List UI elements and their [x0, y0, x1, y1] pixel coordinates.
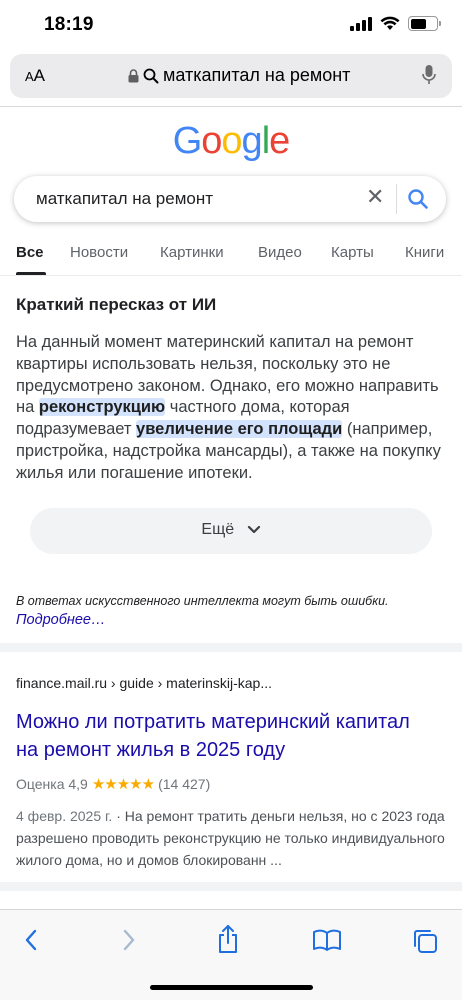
tab-videos[interactable]: Видео [258, 244, 302, 261]
address-bar[interactable]: AA маткапитал на ремонт [10, 54, 452, 98]
search-box[interactable]: маткапитал на ремонт ✕ [14, 176, 446, 222]
show-more-button[interactable]: Ещё [30, 508, 432, 554]
logo-letter: g [241, 120, 263, 162]
tabs-icon[interactable] [412, 928, 438, 954]
result-rating: Оценка 4,9 ★★★★★ (14 427) [16, 775, 210, 793]
active-tab-indicator [16, 272, 46, 275]
ai-highlight[interactable]: реконструкцию [38, 398, 166, 417]
url-text: маткапитал на ремонт [163, 65, 351, 85]
rating-stars: ★★★★★ [91, 776, 155, 793]
result-date: 4 февр. 2025 г. [16, 808, 113, 824]
logo-letter: G [172, 120, 203, 162]
section-separator [0, 882, 462, 891]
section-separator [0, 643, 462, 652]
rating-label: Оценка 4,9 [16, 776, 88, 792]
ai-overview-title: Краткий пересказ от ИИ [16, 295, 217, 314]
logo-letter: o [201, 120, 222, 162]
status-bar: 18:19 [0, 0, 462, 52]
lock-icon [128, 68, 139, 82]
search-tabs: Все Новости Картинки Видео Карты Книги [0, 236, 462, 276]
search-submit-icon[interactable] [407, 188, 429, 210]
toolbar-divider [0, 106, 462, 107]
bookmarks-icon[interactable] [312, 928, 342, 952]
ai-disclaimer: В ответах искусственного интеллекта могу… [16, 594, 389, 608]
ai-overview-text: На данный момент материнский капитал на … [16, 332, 448, 485]
battery-icon [408, 16, 441, 31]
tab-images[interactable]: Картинки [160, 244, 224, 261]
tab-maps[interactable]: Карты [331, 244, 374, 261]
rating-count: (14 427) [158, 776, 211, 792]
tab-news[interactable]: Новости [70, 244, 128, 261]
cellular-signal-icon [350, 16, 372, 31]
status-icons [350, 16, 441, 31]
browser-screen: 18:19 AA маткапитал на ремонт Google мат… [0, 0, 462, 1000]
wifi-icon [380, 16, 400, 30]
forward-icon[interactable] [120, 928, 138, 952]
tab-books[interactable]: Книги [405, 244, 444, 261]
home-indicator [150, 985, 313, 990]
status-time: 18:19 [44, 14, 94, 35]
chevron-down-icon [247, 525, 260, 533]
search-icon [143, 68, 159, 83]
google-logo[interactable]: Google [0, 120, 462, 163]
tab-all[interactable]: Все [16, 244, 44, 261]
ai-highlight[interactable]: увеличение его площади [136, 420, 343, 439]
back-icon[interactable] [22, 928, 40, 952]
url-field[interactable]: маткапитал на ремонт [128, 65, 350, 86]
clear-search-icon[interactable]: ✕ [366, 184, 384, 210]
result-snippet: 4 февр. 2025 г. · На ремонт тратить день… [16, 805, 446, 871]
microphone-icon[interactable] [422, 64, 436, 86]
result-breadcrumb[interactable]: finance.mail.ru › guide › materinskij-ka… [16, 675, 272, 691]
show-more-label: Ещё [201, 521, 260, 539]
search-separator [396, 184, 397, 214]
share-icon[interactable] [216, 924, 240, 954]
learn-more-link[interactable]: Подробнее… [16, 612, 105, 628]
logo-letter: e [269, 120, 290, 162]
search-input[interactable]: маткапитал на ремонт [36, 189, 213, 209]
text-size-button[interactable]: AA [25, 66, 45, 86]
logo-letter: o [221, 120, 242, 162]
result-title-link[interactable]: Можно ли потратить материнский капитал н… [16, 708, 436, 764]
